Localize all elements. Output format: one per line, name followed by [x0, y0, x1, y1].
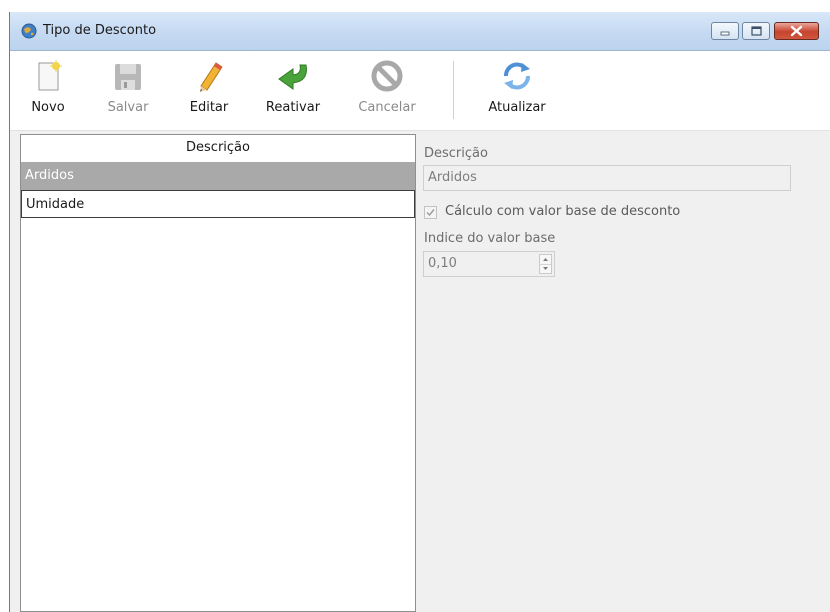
calculo-checkbox[interactable]: [424, 206, 437, 219]
close-button[interactable]: [774, 22, 819, 40]
descricao-field-label: Descrição: [424, 146, 488, 161]
app-globe-icon: [21, 23, 37, 39]
list-item[interactable]: Umidade: [21, 190, 415, 218]
editar-button[interactable]: Editar: [187, 51, 231, 130]
checkmark-icon: [426, 209, 435, 217]
title-bar[interactable]: Tipo de Desconto: [10, 12, 830, 51]
cancelar-label: Cancelar: [358, 100, 416, 115]
salvar-button[interactable]: Salvar: [106, 51, 150, 130]
minimize-button[interactable]: [711, 22, 739, 40]
close-icon: [790, 25, 803, 37]
calculo-checkbox-label: Cálculo com valor base de desconto: [445, 204, 681, 219]
triangle-down-icon: [543, 267, 548, 270]
maximize-button[interactable]: [742, 22, 770, 40]
reativar-button[interactable]: Reativar: [264, 51, 322, 130]
minimize-icon: [720, 31, 730, 36]
indice-value: 0,10: [428, 256, 457, 271]
indice-field-label: Indice do valor base: [424, 231, 556, 246]
toolbar: Novo Salvar Editar Reativar Cancelar Atu…: [10, 51, 830, 131]
descricao-field[interactable]: Ardidos: [423, 165, 791, 191]
atualizar-label: Atualizar: [488, 100, 546, 115]
salvar-label: Salvar: [107, 100, 149, 115]
atualizar-button[interactable]: Atualizar: [484, 51, 550, 130]
window-title: Tipo de Desconto: [43, 23, 157, 38]
reativar-label: Reativar: [265, 100, 321, 115]
triangle-up-icon: [543, 258, 548, 261]
floppy-disk-icon: [115, 64, 141, 90]
green-undo-arrow-icon: [278, 64, 307, 90]
indice-spinner[interactable]: 0,10: [423, 251, 555, 277]
cancel-circle-icon: [371, 60, 403, 92]
toolbar-separator: [453, 61, 454, 119]
maximize-icon: [751, 26, 762, 36]
list-item[interactable]: Ardidos: [21, 162, 415, 190]
novo-button[interactable]: Novo: [28, 51, 68, 130]
spinner-down-button[interactable]: [540, 264, 551, 273]
list-column-header[interactable]: Descrição: [21, 135, 415, 163]
editar-label: Editar: [189, 100, 229, 115]
descricao-list[interactable]: Descrição Ardidos Umidade: [20, 134, 416, 612]
spinner-buttons: [539, 254, 552, 274]
tipo-desconto-window: Tipo de Desconto Novo Salvar Editar Reat…: [9, 12, 830, 612]
pencil-icon: [200, 62, 223, 92]
refresh-icon: [504, 62, 530, 90]
new-document-icon: [38, 60, 62, 91]
cancelar-button[interactable]: Cancelar: [356, 51, 418, 130]
novo-label: Novo: [31, 100, 65, 115]
